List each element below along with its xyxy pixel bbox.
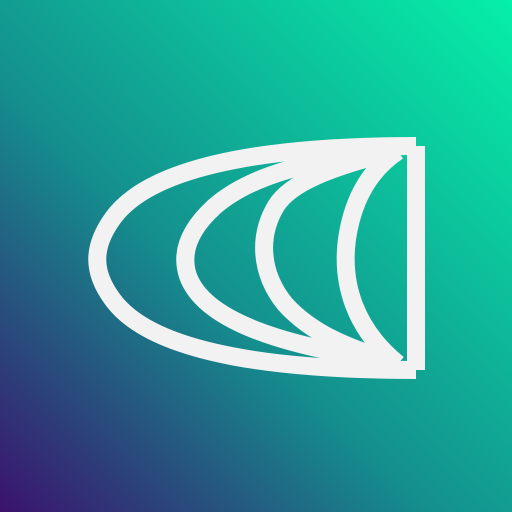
curved-arc-logo-icon xyxy=(0,0,512,512)
app-icon xyxy=(0,0,512,512)
